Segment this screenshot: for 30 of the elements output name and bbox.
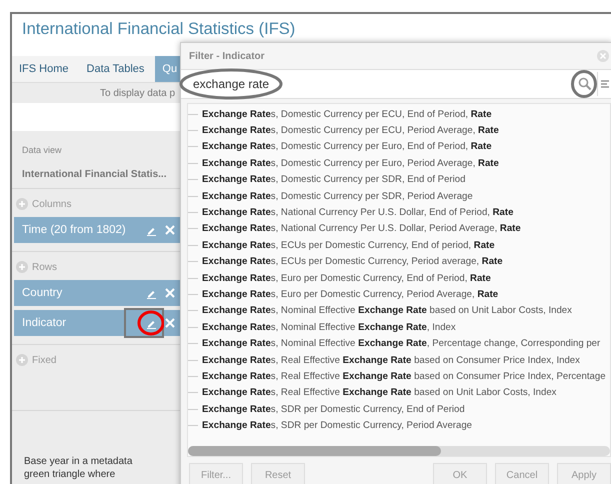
result-item[interactable]: Exchange Rates, Euro per Domestic Currency, Period Average, Rate <box>202 288 498 300</box>
result-item[interactable]: Exchange Rates, SDR per Domestic Currency, End of Period <box>202 404 465 415</box>
notice-text: To display data p <box>100 88 176 98</box>
result-item[interactable]: Exchange Rates, Domestic Currency per ECU, Period Average, Rate <box>202 125 499 136</box>
data-view-label: Data view <box>21 144 63 155</box>
result-item[interactable]: Exchange Rates, Nominal Effective Exchange Rate based on Unit Labor Costs, Index <box>202 305 572 316</box>
result-item[interactable]: Exchange Rates, Real Effective Exchange Rate based on Consumer Price Index, Index <box>202 354 580 366</box>
result-item[interactable]: Exchange Rates, Real Effective Exchange Rate based on Consumer Price Index, Percentage <box>202 370 606 382</box>
section-label: Columns <box>32 198 72 210</box>
dialog-title: Filter - Indicator <box>189 50 265 62</box>
result-item[interactable]: Exchange Rates, Real Effective Exchange Rate based on Unit Labor Costs, Index <box>202 387 556 398</box>
result-item[interactable]: Exchange Rates, Nominal Effective Exchange Rate, Index <box>202 322 456 333</box>
result-item[interactable]: Exchange Rates, Domestic Currency per SDR, Period Average <box>202 190 473 202</box>
result-item[interactable]: Exchange Rates, Domestic Currency per Euro, End of Period, Rate <box>202 141 492 152</box>
search-bar[interactable]: exchange rate <box>181 69 611 99</box>
result-item[interactable]: Exchange Rates, Euro per Domestic Currency, End of Period, Rate <box>202 272 491 284</box>
result-item[interactable]: Exchange Rates, ECUs per Domestic Currency, End of period, Rate <box>202 240 495 251</box>
page-title: International Financial Statistics (IFS) <box>22 20 296 38</box>
nav-tab[interactable]: Data Tables <box>80 56 156 82</box>
result-item[interactable]: Exchange Rates, ECUs per Domestic Currency, Period average, Rate <box>202 256 503 268</box>
result-item[interactable]: Exchange Rates, SDR per Domestic Currency, Period Average <box>202 420 472 432</box>
result-item[interactable]: Exchange Rates, Domestic Currency per Euro, Period Average, Rate <box>202 158 499 169</box>
section-label: Fixed <box>32 354 56 366</box>
section-label: Rows <box>32 262 58 272</box>
result-item[interactable]: Exchange Rates, Domestic Currency per ECU, End of Period, Rate <box>202 108 492 120</box>
nav-tab[interactable]: IFS Home <box>12 56 80 82</box>
result-item[interactable]: Exchange Rates, Domestic Currency per SDR, End of Period <box>202 174 466 186</box>
result-item[interactable]: Exchange Rates, National Currency Per U.S. Dollar, End of Period, Rate <box>202 207 514 218</box>
result-item[interactable]: Exchange Rates, Nominal Effective Exchange Rate, Percentage change, Corresponding per <box>202 338 600 350</box>
result-item[interactable]: Exchange Rates, National Currency Per U.S. Dollar, Period Average, Rate <box>202 223 521 234</box>
